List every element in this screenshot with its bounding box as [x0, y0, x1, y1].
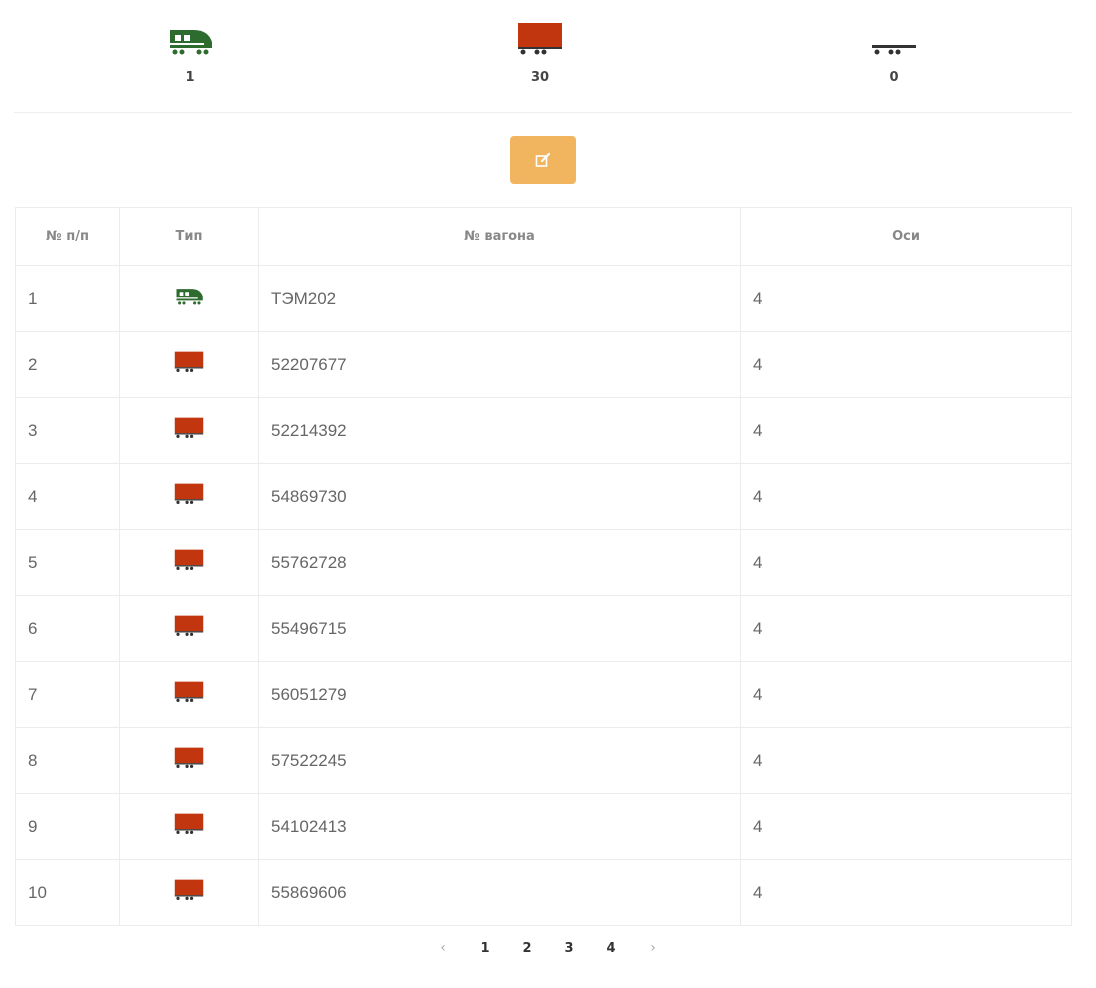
column-header-index[interactable]: № п/п [15, 207, 120, 266]
row-wagon-number: 55496715 [258, 595, 741, 662]
row-index: 8 [15, 727, 120, 794]
row-type [119, 463, 259, 530]
row-type [119, 331, 259, 398]
wagon-count: 30 [530, 70, 550, 85]
wagon-summary: 30 [480, 0, 600, 100]
table-row[interactable]: 4 54869730 4 [15, 463, 1072, 530]
row-wagon-number: 54102413 [258, 793, 741, 860]
row-index: 3 [15, 397, 120, 464]
wagon-icon [174, 549, 204, 571]
column-header-type[interactable]: Тип [119, 207, 259, 266]
pagination: ‹ 1 2 3 4 › [0, 936, 1096, 960]
edit-icon [535, 152, 551, 167]
row-type [119, 265, 259, 332]
table-header-row: № п/п Тип № вагона Оси [15, 207, 1072, 266]
edit-button[interactable] [510, 136, 576, 184]
row-wagon-number: 55869606 [258, 859, 741, 926]
column-header-wagon-number[interactable]: № вагона [258, 207, 741, 266]
row-wagon-number: 55762728 [258, 529, 741, 596]
table-row[interactable]: 2 52207677 4 [15, 331, 1072, 398]
wagon-icon [174, 747, 204, 769]
locomotive-icon [176, 289, 203, 305]
table-row[interactable]: 1 ТЭМ202 4 [15, 265, 1072, 332]
row-axles: 4 [740, 463, 1072, 530]
locomotive-icon [170, 30, 212, 55]
row-index: 1 [15, 265, 120, 332]
wagon-icon [174, 879, 204, 901]
wagon-icon [174, 615, 204, 637]
row-axles: 4 [740, 331, 1072, 398]
row-axles: 4 [740, 727, 1072, 794]
pagination-prev[interactable]: ‹ [422, 940, 464, 956]
row-index: 5 [15, 529, 120, 596]
row-wagon-number: 57522245 [258, 727, 741, 794]
wagon-icon [174, 483, 204, 505]
wagons-table: № п/п Тип № вагона Оси 1 ТЭМ202 4 2 52207677… [15, 207, 1072, 926]
table-row[interactable]: 10 55869606 4 [15, 859, 1072, 926]
row-index: 2 [15, 331, 120, 398]
row-index: 9 [15, 793, 120, 860]
row-type [119, 529, 259, 596]
row-axles: 4 [740, 529, 1072, 596]
pagination-page-2[interactable]: 2 [506, 941, 548, 956]
row-axles: 4 [740, 859, 1072, 926]
table-row[interactable]: 6 55496715 4 [15, 595, 1072, 662]
row-type [119, 727, 259, 794]
platform-icon [872, 45, 916, 55]
row-wagon-number: ТЭМ202 [258, 265, 741, 332]
row-axles: 4 [740, 661, 1072, 728]
table-row[interactable]: 7 56051279 4 [15, 661, 1072, 728]
row-wagon-number: 54869730 [258, 463, 741, 530]
train-summary: 1 30 0 [0, 0, 1096, 112]
table-row[interactable]: 3 52214392 4 [15, 397, 1072, 464]
platform-summary: 0 [834, 0, 954, 100]
row-wagon-number: 52207677 [258, 331, 741, 398]
row-axles: 4 [740, 265, 1072, 332]
column-header-axles[interactable]: Оси [740, 207, 1072, 266]
row-type [119, 661, 259, 728]
locomotive-summary: 1 [130, 0, 250, 100]
wagon-icon [174, 681, 204, 703]
row-axles: 4 [740, 397, 1072, 464]
wagon-icon [174, 813, 204, 835]
table-row[interactable]: 9 54102413 4 [15, 793, 1072, 860]
wagon-icon [174, 351, 204, 373]
row-type [119, 595, 259, 662]
row-axles: 4 [740, 595, 1072, 662]
row-type [119, 397, 259, 464]
platform-count: 0 [889, 70, 899, 85]
row-index: 10 [15, 859, 120, 926]
divider [14, 112, 1072, 113]
pagination-page-3[interactable]: 3 [548, 941, 590, 956]
row-type [119, 859, 259, 926]
pagination-page-4[interactable]: 4 [590, 941, 632, 956]
row-wagon-number: 56051279 [258, 661, 741, 728]
row-type [119, 793, 259, 860]
wagon-icon [174, 417, 204, 439]
row-index: 7 [15, 661, 120, 728]
row-index: 4 [15, 463, 120, 530]
wagon-icon [518, 23, 562, 55]
table-row[interactable]: 8 57522245 4 [15, 727, 1072, 794]
row-axles: 4 [740, 793, 1072, 860]
row-wagon-number: 52214392 [258, 397, 741, 464]
pagination-next[interactable]: › [632, 940, 674, 956]
pagination-page-1[interactable]: 1 [464, 941, 506, 956]
locomotive-count: 1 [185, 70, 195, 85]
row-index: 6 [15, 595, 120, 662]
table-row[interactable]: 5 55762728 4 [15, 529, 1072, 596]
